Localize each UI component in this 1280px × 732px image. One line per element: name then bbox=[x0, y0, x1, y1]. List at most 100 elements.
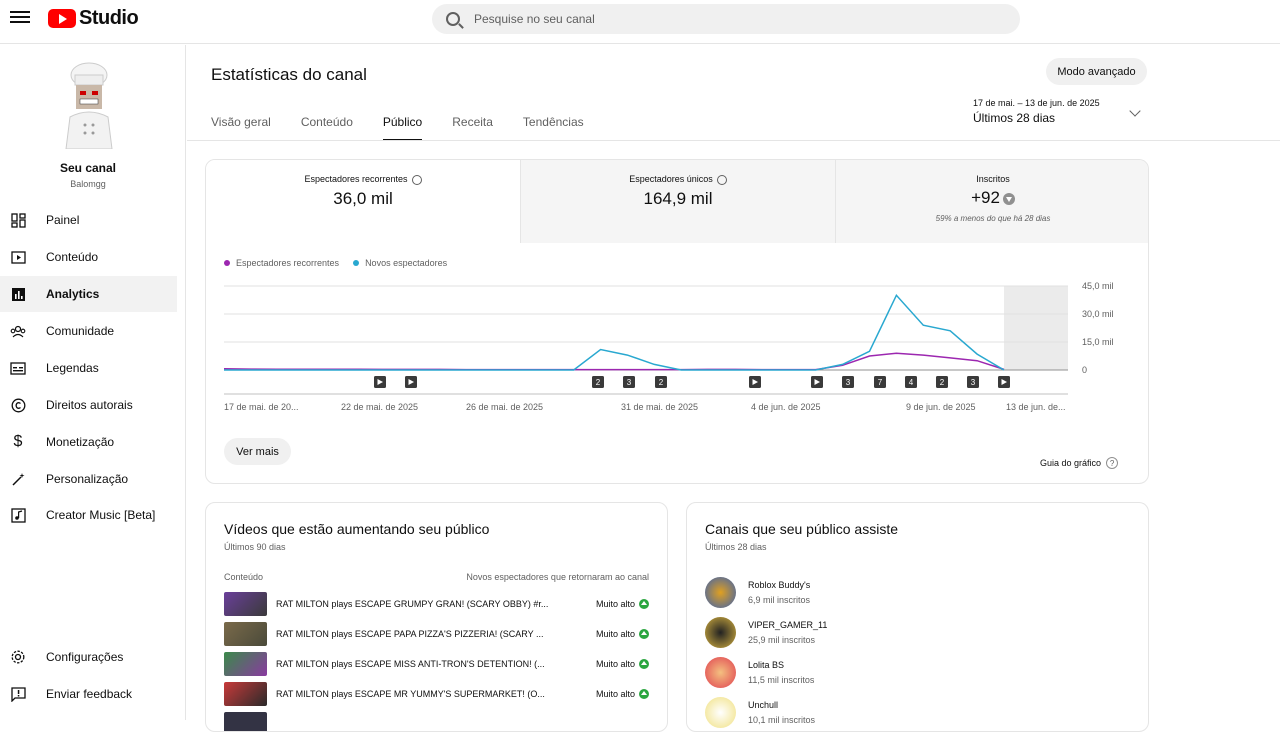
video-thumbnail bbox=[224, 622, 267, 646]
arrow-up-icon bbox=[639, 659, 649, 669]
video-thumbnail bbox=[224, 592, 267, 616]
sidebar-item-personalizacao[interactable]: Personalização bbox=[0, 461, 177, 497]
chevron-down-icon[interactable] bbox=[1129, 105, 1141, 117]
tab-receita[interactable]: Receita bbox=[452, 115, 493, 141]
hamburger-menu-icon[interactable] bbox=[10, 8, 30, 28]
channel-avatar bbox=[705, 576, 736, 608]
community-icon bbox=[10, 323, 26, 339]
video-thumbnail bbox=[224, 682, 267, 706]
x-tick-label: 22 de mai. de 2025 bbox=[341, 402, 418, 412]
sidebar-item-legendas[interactable]: Legendas bbox=[0, 350, 177, 386]
arrow-up-icon bbox=[639, 599, 649, 609]
tab-publico[interactable]: Público bbox=[382, 115, 423, 141]
sidebar: Seu canal Balomgg Painel Conteúdo Analyt… bbox=[0, 45, 186, 720]
y-tick-label: 0 bbox=[1082, 365, 1087, 375]
series-line bbox=[223, 352, 1005, 371]
card-title: Canais que seu público assiste bbox=[705, 521, 899, 537]
channel-row[interactable]: Roblox Buddy's 6,9 mil inscritos bbox=[705, 575, 810, 609]
partial-data-region bbox=[1004, 286, 1068, 370]
youtube-logo-icon bbox=[48, 9, 76, 28]
channel-row[interactable]: Lolita BS 11,5 mil inscritos bbox=[705, 655, 814, 689]
tab-tendencias[interactable]: Tendências bbox=[523, 115, 584, 141]
sidebar-item-painel[interactable]: Painel bbox=[0, 202, 177, 238]
studio-logo[interactable]: Studio bbox=[48, 7, 139, 30]
sidebar-item-direitos-autorais[interactable]: Direitos autorais bbox=[0, 387, 177, 423]
channel-name: Seu canal bbox=[59, 161, 117, 175]
x-tick-label: 13 de jun. de... bbox=[1006, 402, 1066, 412]
column-header-content: Conteúdo bbox=[224, 572, 264, 582]
column-header-returning: Novos espectadores que retornaram ao can… bbox=[466, 572, 649, 582]
video-row[interactable]: RAT MILTON plays ESCAPE MISS ANTI-TRON'S… bbox=[224, 651, 649, 677]
tab-conteudo[interactable]: Conteúdo bbox=[301, 115, 353, 141]
feedback-icon bbox=[10, 686, 26, 702]
magic-wand-icon bbox=[10, 471, 26, 487]
channel-handle: Balomgg bbox=[70, 179, 106, 189]
clock-icon bbox=[716, 174, 727, 185]
sidebar-item-enviar-feedback[interactable]: Enviar feedback bbox=[0, 676, 177, 712]
content-icon bbox=[10, 249, 26, 265]
marker-count: 2 bbox=[940, 378, 945, 387]
card-subtitle: Últimos 28 dias bbox=[705, 542, 767, 552]
watched-channels-card: Canais que seu público assiste Últimos 2… bbox=[686, 502, 1149, 732]
copyright-icon bbox=[10, 397, 26, 413]
help-icon: ? bbox=[1106, 457, 1119, 469]
subtitles-icon bbox=[10, 360, 26, 376]
channel-row[interactable]: VIPER_GAMER_11 25,9 mil inscritos bbox=[705, 615, 827, 649]
y-tick-label: 30,0 mil bbox=[1082, 309, 1114, 319]
arrow-down-icon bbox=[1002, 192, 1015, 205]
marker-count: 7 bbox=[878, 378, 883, 387]
y-tick-label: 15,0 mil bbox=[1082, 337, 1114, 347]
arrow-up-icon bbox=[639, 629, 649, 639]
marker-count: 3 bbox=[971, 378, 976, 387]
gear-icon bbox=[10, 649, 26, 665]
legend-item-new: Novos espectadores bbox=[353, 258, 447, 268]
card-subtitle: Últimos 90 dias bbox=[224, 542, 286, 552]
marker-count: 2 bbox=[596, 378, 601, 387]
sidebar-item-analytics[interactable]: Analytics bbox=[0, 276, 177, 312]
search-input[interactable] bbox=[474, 12, 974, 26]
see-more-button[interactable]: Ver mais bbox=[224, 438, 291, 465]
video-row[interactable]: RAT MILTON plays ESCAPE GRUMPY GRAN! (SC… bbox=[224, 591, 649, 617]
tab-visao-geral[interactable]: Visão geral bbox=[211, 115, 271, 141]
analytics-tabs: Visão geral Conteúdo Público Receita Ten… bbox=[211, 115, 614, 141]
metric-unique-viewers[interactable]: Espectadores únicos 164,9 mil bbox=[520, 160, 835, 243]
sidebar-item-configuracoes[interactable]: Configurações bbox=[0, 639, 177, 675]
analytics-icon bbox=[10, 286, 26, 302]
search-icon bbox=[446, 12, 460, 26]
marker-count: 3 bbox=[846, 378, 851, 387]
marker-count: 2 bbox=[659, 378, 664, 387]
search-bar[interactable] bbox=[432, 4, 1020, 34]
video-row[interactable]: RAT MILTON plays ESCAPE PAPA PIZZA'S PIZ… bbox=[224, 621, 649, 647]
arrow-up-icon bbox=[639, 689, 649, 699]
x-tick-label: 4 de jun. de 2025 bbox=[751, 402, 821, 412]
divider bbox=[187, 140, 1280, 141]
x-tick-label: 26 de mai. de 2025 bbox=[466, 402, 543, 412]
advanced-mode-button[interactable]: Modo avançado bbox=[1046, 58, 1147, 85]
chart-guide-link[interactable]: Guia do gráfico? bbox=[1040, 457, 1119, 469]
audience-line-chart[interactable]: 45,0 mil 30,0 mil 15,0 mil 0 2 3 2 3 7 4 2 3 17 de m… bbox=[206, 276, 1149, 456]
chart-card: Espectadores recorrentes 36,0 mil Espect… bbox=[205, 159, 1149, 484]
metric-returning-viewers[interactable]: Espectadores recorrentes 36,0 mil bbox=[206, 160, 520, 243]
video-row[interactable]: RAT MILTON plays ESCAPE MR YUMMY'S SUPER… bbox=[224, 681, 649, 707]
growing-videos-card: Vídeos que estão aumentando seu público … bbox=[205, 502, 668, 732]
y-tick-label: 45,0 mil bbox=[1082, 281, 1114, 291]
sidebar-item-conteudo[interactable]: Conteúdo bbox=[0, 239, 177, 275]
legend-item-returning: Espectadores recorrentes bbox=[224, 258, 339, 268]
clock-icon bbox=[411, 174, 422, 185]
card-title: Vídeos que estão aumentando seu público bbox=[224, 521, 490, 537]
sidebar-item-creator-music[interactable]: Creator Music [Beta] bbox=[0, 497, 177, 533]
dollar-icon: $ bbox=[13, 433, 23, 450]
channel-row[interactable]: Unchull 10,1 mil inscritos bbox=[705, 695, 815, 729]
music-icon bbox=[10, 507, 26, 523]
channel-avatar[interactable] bbox=[58, 61, 120, 149]
metric-subscribers[interactable]: Inscritos +92 59% a menos do que há 28 d… bbox=[835, 160, 1148, 243]
marker-count: 4 bbox=[909, 378, 914, 387]
series-line bbox=[224, 293, 1005, 371]
channel-avatar bbox=[705, 696, 736, 728]
date-range-picker[interactable]: 17 de mai. – 13 de jun. de 2025 Últimos … bbox=[973, 98, 1100, 125]
x-tick-label: 9 de jun. de 2025 bbox=[906, 402, 976, 412]
sidebar-item-comunidade[interactable]: Comunidade bbox=[0, 313, 177, 349]
sidebar-item-monetizacao[interactable]: $ Monetização bbox=[0, 424, 177, 460]
channel-avatar bbox=[705, 656, 736, 688]
top-bar: Studio bbox=[0, 0, 1280, 44]
